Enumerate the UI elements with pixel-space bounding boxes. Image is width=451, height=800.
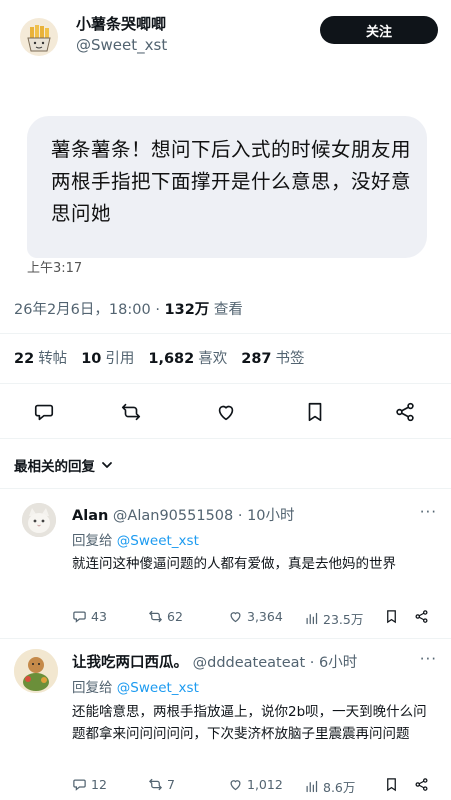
stat-reposts[interactable]: 22 转帖	[14, 347, 67, 368]
divider	[0, 383, 451, 384]
sort-label: 最相关的回复	[14, 459, 95, 475]
reply-avatar[interactable]	[22, 503, 56, 537]
reply-retweet-button[interactable]: 7	[148, 777, 175, 792]
reply-views[interactable]: 23.5万	[304, 609, 363, 628]
retweet-icon[interactable]	[115, 396, 147, 428]
message-bubble: 薯条薯条！想问下后入式的时候女朋友用两根手指把下面撑开是什么意思，没好意思问她	[27, 116, 427, 258]
follow-button[interactable]: 关注	[320, 16, 438, 44]
more-options-icon[interactable]: ···	[420, 503, 437, 521]
retweet-icon	[148, 610, 163, 623]
more-options-icon[interactable]: ···	[420, 650, 437, 668]
author-display-name[interactable]: 小薯条哭唧唧	[76, 13, 166, 34]
author-avatar[interactable]	[20, 18, 58, 56]
heart-icon	[230, 612, 241, 623]
reply-reply-button[interactable]: 43	[72, 609, 107, 624]
divider	[0, 333, 451, 334]
stat-likes[interactable]: 1,682 喜欢	[148, 347, 227, 368]
reply-author-handle[interactable]: @dddeateateat · 6小时	[193, 655, 358, 671]
heart-icon	[230, 780, 241, 791]
reply-text: 还能啥意思，两根手指放逼上，说你2b呗，一天到晚什么问题都拿来问问问问问，下次斐…	[72, 704, 427, 742]
reply-avatar[interactable]	[14, 649, 58, 693]
fries-mascot-icon	[27, 25, 51, 52]
replying-to: 回复给 @Sweet_xst	[72, 680, 199, 696]
share-icon	[415, 610, 428, 623]
divider	[0, 438, 451, 439]
engagement-stats: 22 转帖 10 引用 1,682 喜欢 287 书签	[14, 347, 305, 368]
reply-share-button[interactable]	[414, 777, 429, 792]
reply-action-bar: 12 7 1,012 8.6万	[72, 777, 444, 797]
share-icon[interactable]	[389, 396, 421, 428]
reply-bookmark-button[interactable]	[384, 777, 399, 792]
meta-separator: ·	[155, 302, 160, 318]
view-label: 查看	[213, 302, 243, 318]
bookmark-icon[interactable]	[299, 396, 331, 428]
views-chart-icon	[306, 612, 318, 625]
reply-reply-button[interactable]: 12	[72, 777, 107, 792]
bookmark-icon	[387, 610, 396, 624]
replying-to: 回复给 @Sweet_xst	[72, 533, 199, 549]
divider	[0, 638, 451, 639]
illustrated-avatar-icon	[14, 649, 58, 693]
post-date[interactable]: 26年2月6日，18:00	[14, 302, 151, 318]
reply-icon[interactable]	[28, 396, 60, 428]
replying-to-link[interactable]: @Sweet_xst	[117, 533, 199, 549]
bookmark-icon	[387, 778, 396, 792]
reply-views[interactable]: 8.6万	[304, 777, 355, 796]
profile-header: 小薯条哭唧唧 @Sweet_xst 关注	[0, 0, 451, 70]
share-icon	[415, 778, 428, 791]
post-action-bar	[0, 396, 451, 428]
reply-icon	[73, 611, 86, 623]
reply-retweet-button[interactable]: 62	[148, 609, 183, 624]
reply-item[interactable]: Alan @Alan90551508 · 10小时 ··· 回复给 @Sweet…	[0, 495, 451, 635]
divider	[0, 488, 451, 489]
reply-item[interactable]: 让我吃两口西瓜。 @dddeateateat · 6小时 ··· 回复给 @Sw…	[0, 641, 451, 800]
cat-avatar-icon	[22, 503, 56, 537]
heart-icon[interactable]	[210, 396, 242, 428]
stat-bookmarks[interactable]: 287 书签	[241, 347, 304, 368]
message-timestamp: 上午3:17	[27, 261, 83, 276]
post-meta: 26年2月6日，18:00 · 132万 查看	[14, 298, 243, 319]
reply-action-bar: 43 62 3,364 23.5万	[72, 609, 444, 629]
chevron-down-icon	[102, 462, 112, 468]
view-count: 132万	[164, 302, 210, 318]
reply-header: 让我吃两口西瓜。 @dddeateateat · 6小时	[72, 651, 357, 672]
reply-text: 就连问这种傻逼问题的人都有爱做，真是去他妈的世界	[72, 556, 396, 572]
reply-icon	[73, 779, 86, 791]
replying-to-link[interactable]: @Sweet_xst	[117, 680, 199, 696]
reply-author-name[interactable]: 让我吃两口西瓜。	[72, 655, 188, 671]
reply-author-handle[interactable]: @Alan90551508 · 10小时	[113, 508, 295, 524]
reply-like-button[interactable]: 1,012	[228, 777, 283, 792]
views-chart-icon	[306, 780, 318, 793]
retweet-icon	[148, 778, 163, 791]
reply-bookmark-button[interactable]	[384, 609, 399, 624]
author-handle[interactable]: @Sweet_xst	[76, 36, 167, 54]
reply-author-name[interactable]: Alan	[72, 508, 108, 524]
reply-like-button[interactable]: 3,364	[228, 609, 283, 624]
reply-sort-selector[interactable]: 最相关的回复	[14, 455, 113, 475]
reply-header: Alan @Alan90551508 · 10小时	[72, 504, 295, 525]
reply-share-button[interactable]	[414, 609, 429, 624]
stat-quotes[interactable]: 10 引用	[81, 347, 134, 368]
